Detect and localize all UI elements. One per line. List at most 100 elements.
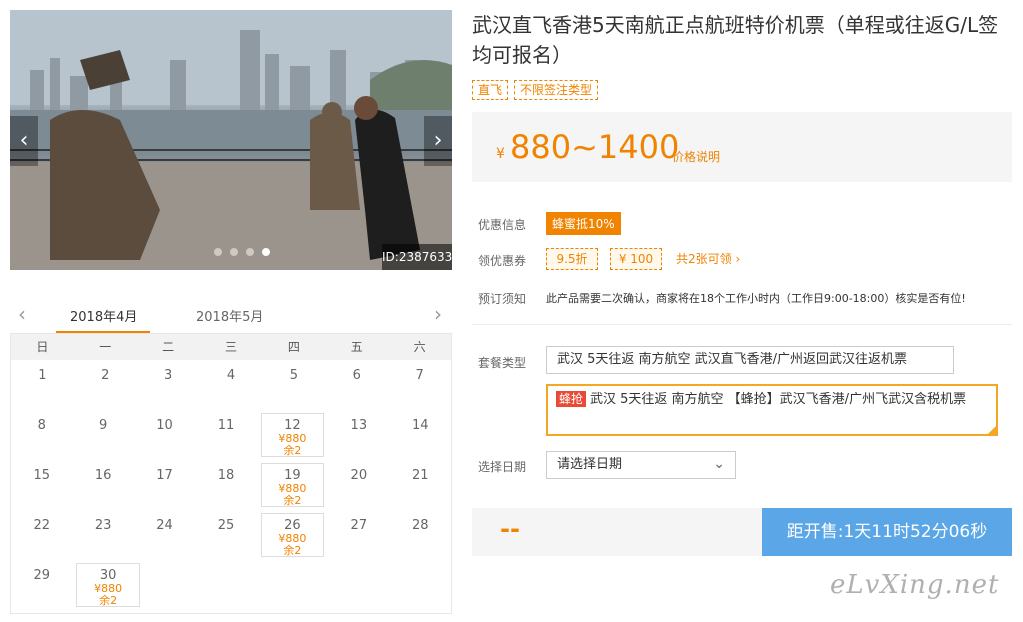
gallery-photo bbox=[10, 10, 452, 270]
calendar-day-number: 27 bbox=[350, 518, 368, 533]
calendar-day-number: 22 bbox=[33, 518, 50, 533]
product-title: 武汉直飞香港5天南航正点航班特价机票（单程或往返G/L签均可报名） bbox=[472, 13, 999, 67]
calendar-day-number: 5 bbox=[289, 368, 298, 383]
calendar-day-available[interactable]: 19 ¥880 余2 bbox=[260, 463, 325, 507]
calendar-day bbox=[144, 560, 205, 610]
calendar-day-number: 2 bbox=[101, 368, 110, 383]
calendar-day-number: 21 bbox=[411, 468, 429, 483]
watermark-logo: eLvXing.net bbox=[830, 570, 1000, 600]
flash-sale-badge: 蜂抢 bbox=[556, 391, 587, 407]
product-tags: 直飞 不限签注类型 bbox=[472, 80, 599, 100]
calendar-day-available[interactable]: 12 ¥880 余2 bbox=[260, 413, 325, 457]
calendar-day: 3 bbox=[137, 360, 200, 410]
weekday-label: 一 bbox=[99, 340, 112, 354]
coupon-more-link[interactable]: 共2张可领 › bbox=[676, 250, 740, 267]
coupon-cash[interactable]: ¥ 100 bbox=[610, 248, 662, 270]
calendar-next-icon[interactable]: › bbox=[434, 302, 442, 326]
calendar-weekday-header: 日 一 二 三 四 五 六 bbox=[11, 334, 451, 360]
calendar-day-number: 18 bbox=[217, 468, 235, 483]
gallery-dot[interactable] bbox=[246, 248, 254, 256]
date-select-value: 请选择日期 bbox=[557, 457, 623, 472]
calendar-day-number: 13 bbox=[350, 418, 368, 433]
calendar-day: 14 bbox=[390, 410, 451, 460]
photo-gallery[interactable]: ‹ › ID:2387633 bbox=[10, 10, 452, 270]
price-explanation-link[interactable]: 价格说明 bbox=[672, 148, 720, 165]
calendar-day: 13 bbox=[328, 410, 389, 460]
calendar-week-row: 22 23 24 25 26 ¥880 余2 27 28 bbox=[11, 510, 451, 560]
booking-notice: 此产品需要二次确认，商家将在18个工作小时内（工作日9:00-18:00）核实是… bbox=[546, 292, 966, 305]
tag-direct-flight: 直飞 bbox=[472, 80, 509, 100]
coupon-discount[interactable]: 9.5折 bbox=[546, 248, 598, 270]
tab-month-april[interactable]: 2018年4月 bbox=[70, 306, 137, 325]
tag-visa-type: 不限签注类型 bbox=[514, 80, 599, 100]
weekday-label: 五 bbox=[350, 340, 363, 354]
gallery-next-button[interactable]: › bbox=[424, 116, 452, 166]
date-select[interactable]: 请选择日期 ⌄ bbox=[546, 451, 736, 479]
gallery-dot[interactable] bbox=[230, 248, 238, 256]
calendar-day-number: 8 bbox=[37, 418, 46, 433]
coupon-label: 领优惠券 bbox=[478, 254, 527, 268]
calendar-day-number: 19 bbox=[284, 468, 301, 483]
calendar-day-remaining: 余2 bbox=[99, 594, 118, 607]
calendar-day-available[interactable]: 30 ¥880 余2 bbox=[76, 563, 140, 607]
calendar-day-number: 26 bbox=[284, 518, 301, 533]
calendar-day: 18 bbox=[195, 460, 256, 510]
calendar-days: 1 2 3 4 5 6 7 8 9 10 11 12 ¥880 余2 13 14 15 16 17 18 19 ¥880 余… bbox=[11, 360, 451, 610]
active-month-indicator bbox=[56, 331, 150, 333]
bottom-price: -- bbox=[500, 515, 520, 543]
calendar-day: 25 bbox=[195, 510, 256, 560]
package-label: 套餐类型 bbox=[478, 356, 527, 370]
calendar-day-number: 24 bbox=[156, 518, 173, 533]
calendar-day-available[interactable]: 26 ¥880 余2 bbox=[260, 513, 325, 557]
weekday-label: 日 bbox=[36, 340, 49, 354]
calendar-day: 15 bbox=[11, 460, 72, 510]
calendar-day bbox=[328, 560, 389, 610]
calendar-week-row: 15 16 17 18 19 ¥880 余2 20 21 bbox=[11, 460, 451, 510]
price-currency: ¥ bbox=[496, 146, 505, 162]
price-panel: ¥ 880~1400 价格说明 bbox=[472, 112, 1012, 182]
calendar-day-number: 3 bbox=[164, 368, 173, 383]
calendar-day bbox=[267, 560, 328, 610]
calendar-day-number: 6 bbox=[352, 368, 361, 383]
chevron-down-icon: ⌄ bbox=[713, 456, 725, 472]
date-label: 选择日期 bbox=[478, 460, 527, 474]
notice-label: 预订须知 bbox=[478, 292, 527, 306]
calendar-day: 16 bbox=[72, 460, 133, 510]
calendar-day: 17 bbox=[134, 460, 195, 510]
calendar-day: 8 bbox=[11, 410, 72, 460]
calendar-day: 27 bbox=[328, 510, 389, 560]
calendar-day-number: 29 bbox=[33, 568, 50, 583]
package-option-2-selected[interactable]: 蜂抢 武汉 5天往返 南方航空 【蜂抢】武汉飞香港/广州飞武汉含税机票 bbox=[546, 384, 998, 436]
calendar-day-number: 25 bbox=[217, 518, 235, 533]
package-option-1-label: 武汉 5天往返 南方航空 武汉直飞香港/广州返回武汉往返机票 bbox=[557, 352, 908, 367]
tab-month-may[interactable]: 2018年5月 bbox=[196, 306, 263, 325]
calendar-day-number: 20 bbox=[350, 468, 368, 483]
calendar-day bbox=[205, 560, 266, 610]
calendar-grid: 日 一 二 三 四 五 六 1 2 3 4 5 6 7 8 9 10 11 12 ¥880 余2 13 14 1… bbox=[10, 334, 452, 614]
calendar-prev-icon[interactable]: ‹ bbox=[18, 302, 26, 326]
package-option-1[interactable]: 武汉 5天往返 南方航空 武汉直飞香港/广州返回武汉往返机票 bbox=[546, 346, 954, 374]
weekday-label: 四 bbox=[287, 340, 300, 354]
calendar-month-nav: ‹ 2018年4月 2018年5月 › bbox=[10, 300, 452, 334]
calendar-day-number: 28 bbox=[411, 518, 429, 533]
weekday-label: 二 bbox=[162, 340, 175, 354]
calendar-day: 1 bbox=[11, 360, 74, 410]
image-id-badge: ID:2387633 bbox=[382, 244, 452, 270]
calendar-day-number: 10 bbox=[156, 418, 173, 433]
gallery-dot-active[interactable] bbox=[262, 248, 270, 256]
weekday-label: 六 bbox=[413, 340, 426, 354]
calendar-day-number: 15 bbox=[33, 468, 50, 483]
calendar-day-number: 30 bbox=[99, 568, 117, 583]
calendar-day-number: 14 bbox=[411, 418, 429, 433]
sale-countdown-button[interactable]: 距开售:1天11时52分06秒 bbox=[762, 508, 1012, 556]
promo-label: 优惠信息 bbox=[478, 218, 527, 232]
calendar-day: 6 bbox=[325, 360, 388, 410]
calendar-week-row: 1 2 3 4 5 6 7 bbox=[11, 360, 451, 410]
calendar-day: 7 bbox=[388, 360, 451, 410]
gallery-dot[interactable] bbox=[214, 248, 222, 256]
section-divider bbox=[472, 324, 1012, 325]
calendar-day bbox=[390, 560, 451, 610]
calendar-day: 24 bbox=[134, 510, 195, 560]
gallery-prev-button[interactable]: ‹ bbox=[10, 116, 38, 166]
calendar-day: 22 bbox=[11, 510, 72, 560]
